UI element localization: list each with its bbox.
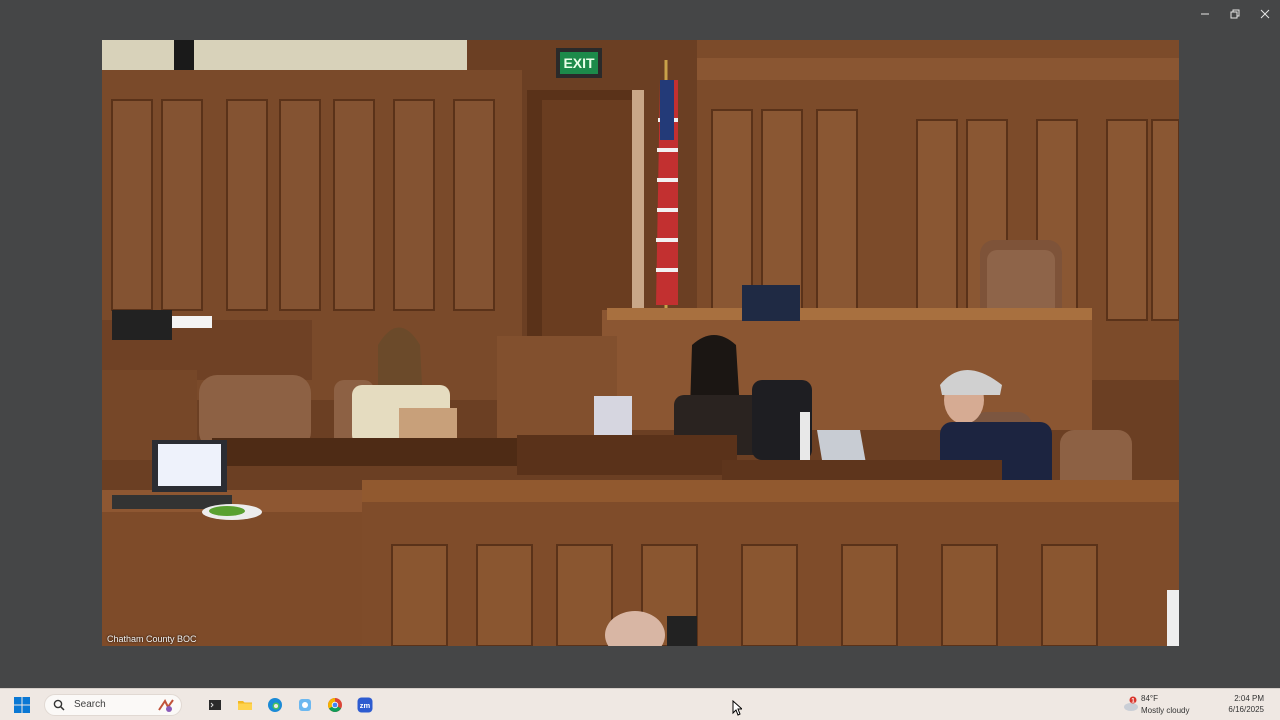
- mouse-cursor-icon: [732, 700, 742, 716]
- restore-button[interactable]: [1220, 0, 1250, 28]
- clock-time: 2:04 PM: [1234, 694, 1264, 703]
- window-controls: [1190, 0, 1280, 28]
- minimize-icon: [1201, 13, 1209, 15]
- taskbar-search[interactable]: Search: [44, 693, 182, 716]
- svg-text:zm: zm: [360, 701, 371, 710]
- zoom-icon: zm: [357, 697, 373, 712]
- cloud-icon: 1: [1124, 696, 1138, 711]
- weather-widget[interactable]: 1 84°F Mostly cloudy: [1122, 692, 1192, 718]
- clock-date: 6/16/2025: [1228, 705, 1264, 714]
- close-button[interactable]: [1250, 0, 1280, 28]
- video-source-label: Chatham County BOC: [107, 634, 197, 644]
- close-icon: [1260, 9, 1270, 19]
- edge-icon: [268, 697, 282, 712]
- video-feed[interactable]: EXIT Chatham County BOC: [102, 40, 1179, 646]
- taskbar-app-file-explorer[interactable]: [232, 692, 258, 718]
- taskbar: Search zm 1 84°F Mostly cloudy 2:04 PM 6…: [0, 688, 1280, 720]
- system-clock[interactable]: 2:04 PM 6/16/2025: [1228, 693, 1264, 715]
- start-button[interactable]: [10, 693, 34, 717]
- minimize-button[interactable]: [1190, 0, 1220, 28]
- search-placeholder: Search: [74, 699, 106, 710]
- folder-icon: [238, 700, 252, 710]
- chrome-icon: [328, 697, 342, 712]
- search-icon: [53, 699, 65, 711]
- copilot-icon: [299, 698, 311, 711]
- restore-icon: [1230, 9, 1240, 19]
- weather-temperature: 84°F: [1141, 694, 1158, 703]
- taskbar-app-chrome[interactable]: [322, 692, 348, 718]
- meeting-room-scene: EXIT: [102, 40, 1179, 646]
- search-highlight-icon: [158, 698, 174, 712]
- taskbar-app-terminal[interactable]: [202, 692, 228, 718]
- taskbar-app-edge[interactable]: [262, 692, 288, 718]
- windows-start-icon: [14, 696, 30, 713]
- exit-sign: EXIT: [563, 55, 595, 71]
- weather-condition: Mostly cloudy: [1141, 706, 1190, 715]
- taskbar-app-zoom[interactable]: zm: [352, 692, 378, 718]
- terminal-icon: [209, 699, 221, 710]
- taskbar-app-copilot[interactable]: [292, 692, 318, 718]
